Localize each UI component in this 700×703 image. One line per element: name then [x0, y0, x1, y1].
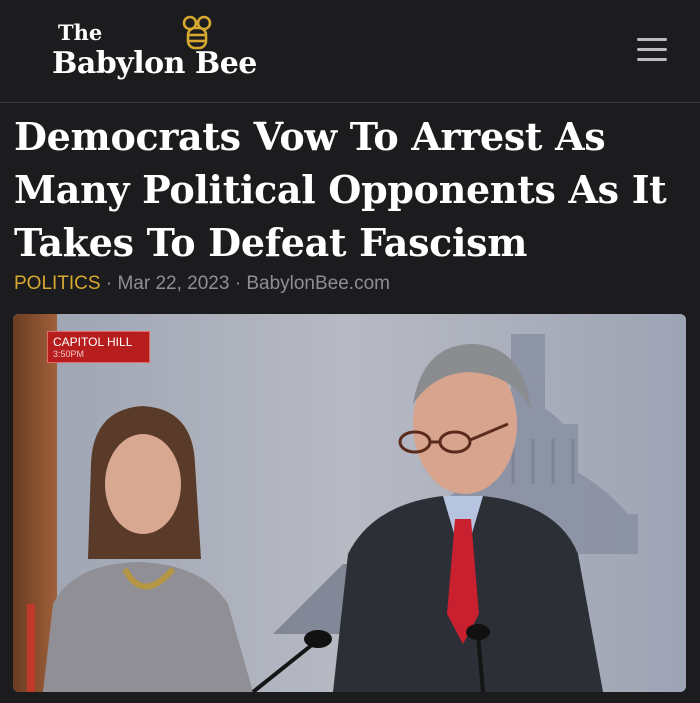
press-conference-photo [13, 314, 686, 692]
meta-separator: · [229, 273, 247, 294]
meta-separator: · [100, 273, 118, 294]
logo-the-text: The [58, 20, 103, 45]
site-header: The Babylon Bee [0, 0, 700, 103]
article-meta: POLITICS · Mar 22, 2023 · BabylonBee.com [14, 273, 390, 295]
article-date: Mar 22, 2023 [117, 273, 230, 294]
site-logo[interactable]: The Babylon Bee [52, 14, 282, 84]
news-chyron: CAPITOL HILL 3:50PM [47, 331, 150, 363]
category-link[interactable]: POLITICS [14, 273, 101, 294]
article-source: BabylonBee.com [246, 273, 390, 294]
logo-name-text: Babylon Bee [52, 46, 257, 81]
hamburger-menu-icon[interactable] [634, 34, 670, 66]
article-image[interactable]: CAPITOL HILL 3:50PM [13, 314, 686, 692]
chyron-location: CAPITOL HILL [53, 335, 133, 349]
bee-icon [182, 15, 212, 50]
article-headline[interactable]: Democrats Vow To Arrest As Many Politica… [14, 110, 684, 269]
chyron-time: 3:50PM [53, 349, 85, 359]
